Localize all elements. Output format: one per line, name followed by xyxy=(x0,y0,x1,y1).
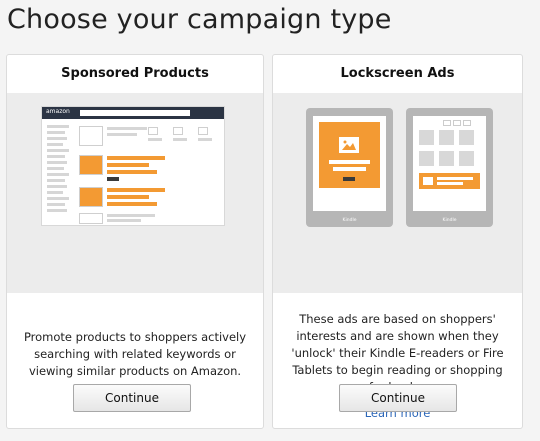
mock-text-line xyxy=(173,138,187,141)
page-title: Choose your campaign type xyxy=(7,4,392,35)
mock-product-thumb xyxy=(79,126,103,146)
continue-button[interactable]: Continue xyxy=(339,384,457,412)
card-body: These ads are based on shoppers' interes… xyxy=(273,293,522,428)
lockscreen-ad-banner xyxy=(419,173,480,189)
mock-search-results-page: amazon xyxy=(41,106,225,226)
device-label: Kindle xyxy=(342,218,357,223)
device-label: Kindle xyxy=(442,218,457,223)
book-tile xyxy=(459,130,474,145)
mock-nav-line xyxy=(47,149,69,152)
mock-icon xyxy=(453,120,461,126)
card-sponsored-products: Sponsored Products amazon Promote produc… xyxy=(6,54,264,429)
mock-nav-line xyxy=(47,131,65,134)
mock-nav-line xyxy=(47,203,65,206)
mock-text-line xyxy=(107,133,137,136)
mock-product-small xyxy=(173,127,183,135)
lockscreen-ads-illustration: Kindle Kindle xyxy=(273,93,522,293)
ad-text-line xyxy=(329,160,370,164)
mock-nav-line xyxy=(47,125,69,128)
mock-price-line xyxy=(107,177,119,181)
card-body: Promote products to shoppers actively se… xyxy=(7,293,263,428)
image-placeholder-icon xyxy=(339,137,359,153)
fire-tablet-ad: Kindle xyxy=(406,108,493,227)
book-tile xyxy=(439,130,454,145)
ad-text-line xyxy=(333,167,366,171)
book-tile xyxy=(439,151,454,166)
mock-nav-line xyxy=(47,191,63,194)
mock-sponsored-line xyxy=(107,163,149,167)
mock-product-thumb xyxy=(79,213,103,224)
mock-sponsored-thumb xyxy=(79,155,103,175)
mock-nav-line xyxy=(47,209,67,212)
mock-nav-line xyxy=(47,143,63,146)
book-tile xyxy=(459,151,474,166)
card-title: Sponsored Products xyxy=(61,66,209,81)
mock-amazon-logo: amazon xyxy=(46,108,70,115)
mock-nav-line xyxy=(47,173,69,176)
book-tile xyxy=(419,130,434,145)
mock-nav-line xyxy=(47,161,67,164)
mock-icon xyxy=(463,120,471,126)
mock-sponsored-line xyxy=(107,156,165,160)
mock-nav-line xyxy=(47,167,64,170)
mock-sponsored-line xyxy=(107,170,157,174)
device-screen xyxy=(313,116,386,211)
device-screen xyxy=(413,116,486,211)
mock-text-line xyxy=(148,138,162,141)
mock-sponsored-line xyxy=(107,188,165,192)
mock-sponsored-line xyxy=(107,195,149,199)
mock-nav-line xyxy=(47,197,69,200)
card-description: Promote products to shoppers actively se… xyxy=(23,330,247,378)
lockscreen-ad-block xyxy=(319,122,380,188)
kindle-device-ad: Kindle xyxy=(306,108,393,227)
mock-nav-line xyxy=(47,185,67,188)
mock-text-line xyxy=(107,127,147,130)
sponsored-products-illustration: amazon xyxy=(7,93,263,293)
mock-icon xyxy=(443,120,451,126)
mock-search-box xyxy=(80,110,190,116)
mock-nav-line xyxy=(47,179,65,182)
continue-button[interactable]: Continue xyxy=(73,384,191,412)
ad-button-shape xyxy=(343,177,355,181)
image-placeholder-icon xyxy=(423,177,433,185)
mock-text-line xyxy=(107,214,155,217)
ad-text-line xyxy=(437,177,473,180)
ad-text-line xyxy=(437,182,463,185)
mock-header-bar: amazon xyxy=(42,107,224,119)
mock-nav-line xyxy=(47,155,65,158)
mock-text-line xyxy=(107,219,141,222)
mock-nav-line xyxy=(47,137,67,140)
card-lockscreen-ads: Lockscreen Ads Kindle Kindle These ads a… xyxy=(272,54,523,429)
mock-product-small xyxy=(148,127,158,135)
mock-sponsored-line xyxy=(107,202,157,206)
mock-text-line xyxy=(198,138,212,141)
mock-product-small xyxy=(198,127,208,135)
card-title: Lockscreen Ads xyxy=(340,66,455,81)
book-tile xyxy=(419,151,434,166)
mock-sponsored-thumb xyxy=(79,187,103,207)
